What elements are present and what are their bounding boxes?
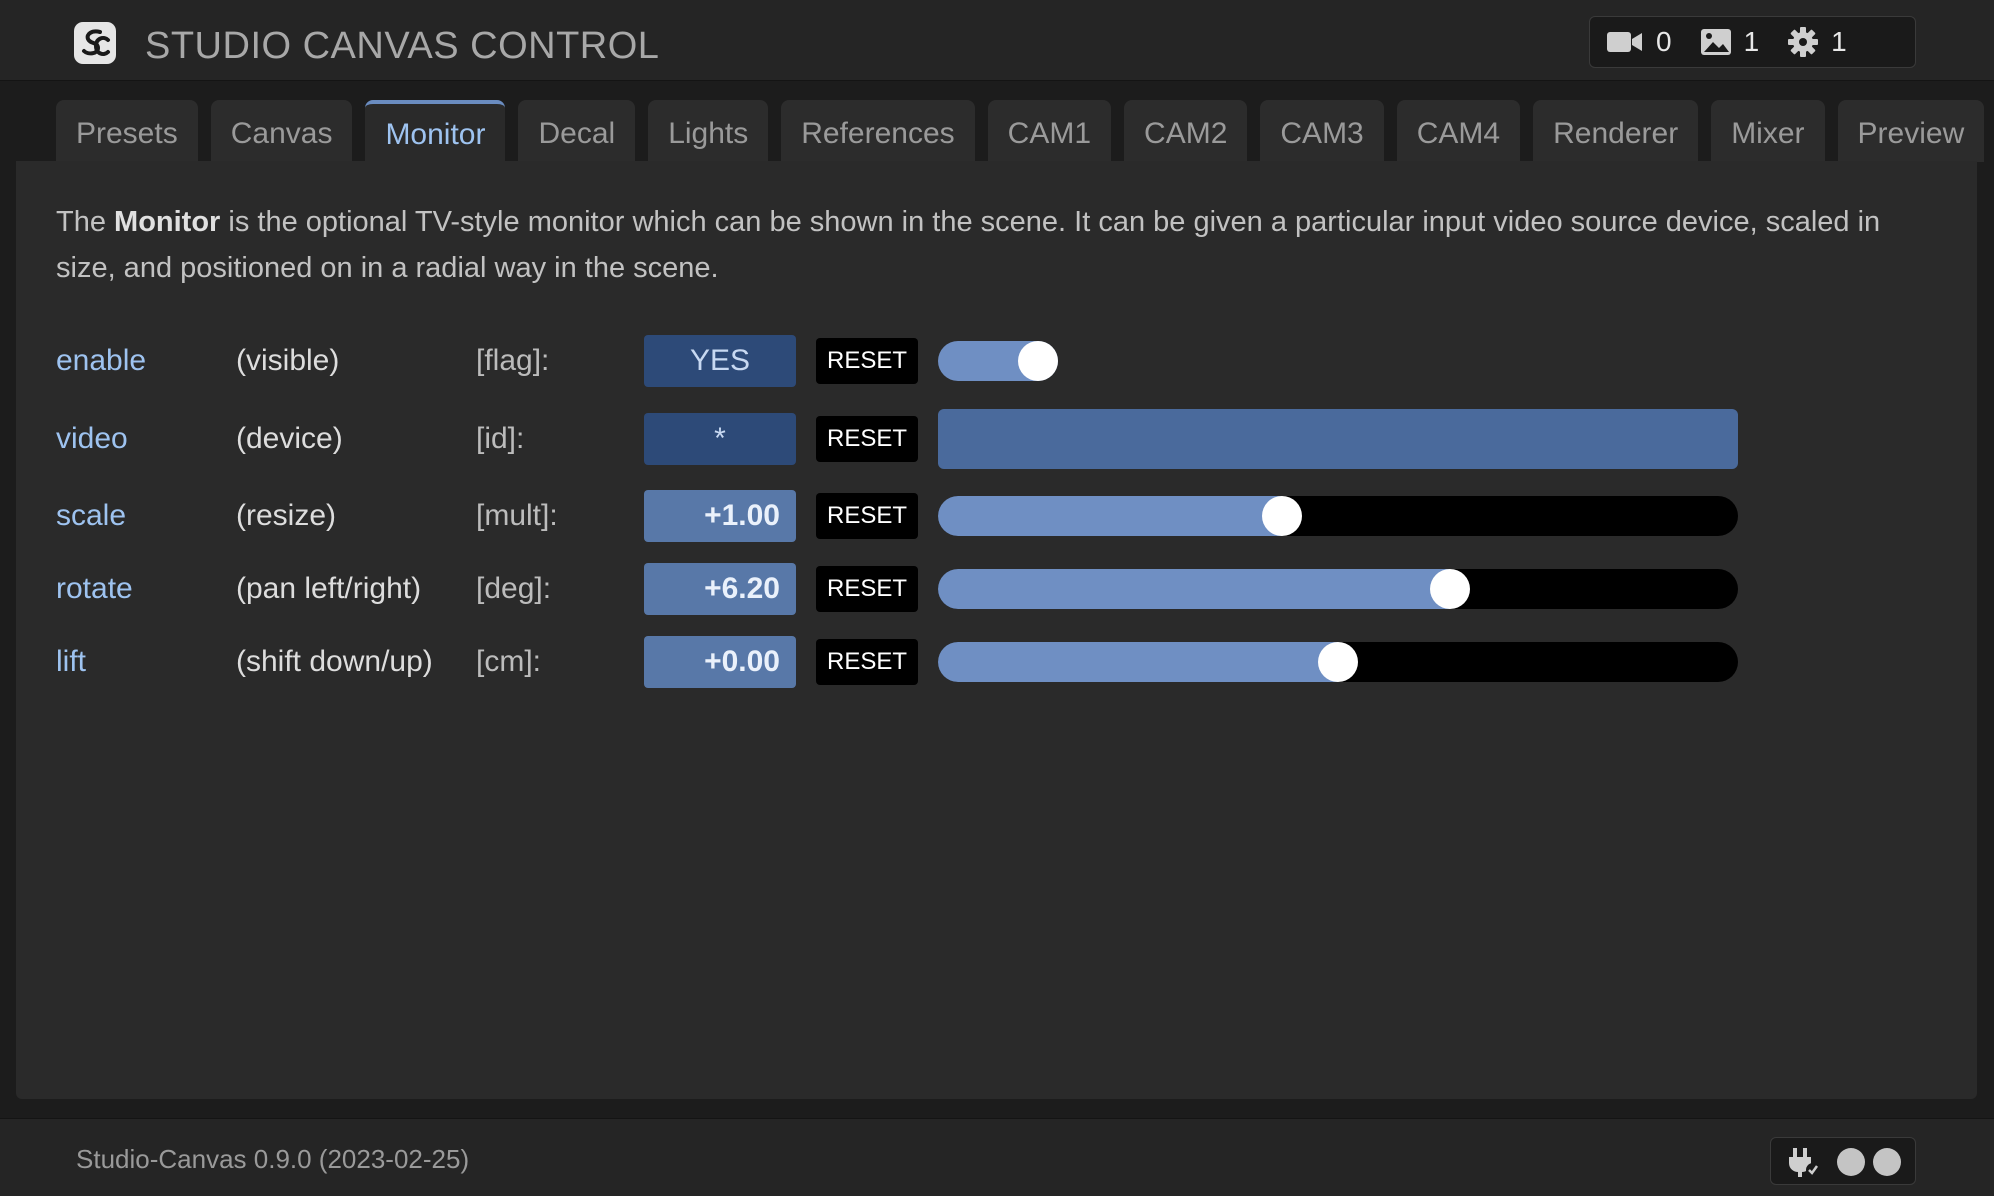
param-unit: [deg]: bbox=[476, 572, 552, 605]
rotate-value: +6.20 bbox=[644, 563, 796, 615]
app-header: STUDIO CANVAS CONTROL 0 1 1 bbox=[0, 0, 1994, 81]
tab-monitor[interactable]: Monitor bbox=[365, 100, 506, 162]
scale-reset-button[interactable]: RESET bbox=[816, 493, 918, 539]
description-suffix: is the optional TV-style monitor which c… bbox=[56, 206, 1881, 284]
tab-lights[interactable]: Lights bbox=[648, 100, 769, 162]
video-device-select[interactable] bbox=[938, 409, 1738, 469]
slider-handle[interactable] bbox=[1318, 642, 1358, 682]
status-dot bbox=[1873, 1148, 1901, 1176]
tab-mixer[interactable]: Mixer bbox=[1711, 100, 1825, 162]
param-row-scale: scale (resize) [mult]: +1.00 RESET bbox=[56, 488, 1956, 544]
tab-decal[interactable]: Decal bbox=[518, 100, 636, 162]
param-desc: (device) bbox=[236, 422, 343, 455]
stat-video-cameras: 0 bbox=[1606, 26, 1672, 58]
settings-count: 1 bbox=[1831, 26, 1847, 57]
connection-status bbox=[1770, 1137, 1916, 1185]
param-row-lift: lift (shift down/up) [cm]: +0.00 RESET bbox=[56, 634, 1956, 690]
toggle-knob[interactable] bbox=[1018, 341, 1058, 381]
slider-fill bbox=[938, 569, 1450, 609]
description-prefix: The bbox=[56, 206, 115, 238]
tab-canvas[interactable]: Canvas bbox=[210, 100, 353, 162]
image-icon bbox=[1700, 28, 1732, 56]
param-unit: [cm]: bbox=[476, 645, 541, 678]
slider-handle[interactable] bbox=[1262, 496, 1302, 536]
param-unit: [flag]: bbox=[476, 344, 550, 377]
panel-description: The Monitor is the optional TV-style mon… bbox=[56, 199, 1936, 291]
param-name: lift bbox=[56, 645, 86, 678]
param-row-video: video (device) [id]: * RESET bbox=[56, 409, 1956, 469]
image-count: 1 bbox=[1743, 26, 1760, 57]
scale-value: +1.00 bbox=[644, 490, 796, 542]
param-row-enable: enable (visible) [flag]: YES RESET bbox=[56, 333, 1956, 389]
status-dot bbox=[1837, 1148, 1865, 1176]
tab-cam1[interactable]: CAM1 bbox=[987, 100, 1112, 162]
scale-slider[interactable] bbox=[938, 496, 1738, 536]
tab-renderer[interactable]: Renderer bbox=[1533, 100, 1699, 162]
tab-bar: Presets Canvas Monitor Decal Lights Refe… bbox=[56, 100, 1994, 162]
rotate-reset-button[interactable]: RESET bbox=[816, 566, 918, 612]
lift-value: +0.00 bbox=[644, 636, 796, 688]
param-desc: (shift down/up) bbox=[236, 645, 433, 678]
plug-check-icon bbox=[1787, 1148, 1821, 1183]
description-bold: Monitor bbox=[114, 206, 221, 238]
tab-references[interactable]: References bbox=[781, 100, 975, 162]
app-title: STUDIO CANVAS CONTROL bbox=[145, 25, 660, 67]
param-name: scale bbox=[56, 499, 127, 532]
param-name: rotate bbox=[56, 572, 133, 605]
stat-images: 1 bbox=[1700, 26, 1760, 58]
tab-cam4[interactable]: CAM4 bbox=[1396, 100, 1521, 162]
enable-toggle[interactable] bbox=[938, 341, 1058, 381]
video-value: * bbox=[644, 413, 796, 465]
tab-presets[interactable]: Presets bbox=[56, 100, 198, 162]
lift-slider[interactable] bbox=[938, 642, 1738, 682]
param-name: enable bbox=[56, 344, 147, 377]
lift-reset-button[interactable]: RESET bbox=[816, 639, 918, 685]
video-camera-count: 0 bbox=[1656, 26, 1672, 57]
tab-cam2[interactable]: CAM2 bbox=[1124, 100, 1248, 162]
param-desc: (visible) bbox=[236, 344, 340, 377]
param-desc: (resize) bbox=[236, 499, 337, 532]
enable-value: YES bbox=[644, 335, 796, 387]
stat-settings: 1 bbox=[1787, 26, 1847, 58]
param-name: video bbox=[56, 422, 128, 455]
param-unit: [id]: bbox=[476, 422, 525, 455]
param-row-rotate: rotate (pan left/right) [deg]: +6.20 RES… bbox=[56, 561, 1956, 617]
tab-cam3[interactable]: CAM3 bbox=[1260, 100, 1384, 162]
param-desc: (pan left/right) bbox=[236, 572, 422, 605]
video-camera-icon bbox=[1606, 28, 1644, 56]
slider-handle[interactable] bbox=[1430, 569, 1470, 609]
gear-icon bbox=[1787, 26, 1819, 58]
enable-reset-button[interactable]: RESET bbox=[816, 338, 918, 384]
monitor-panel: The Monitor is the optional TV-style mon… bbox=[16, 161, 1977, 1099]
studio-canvas-logo-icon bbox=[74, 22, 116, 64]
param-unit: [mult]: bbox=[476, 499, 558, 532]
slider-fill bbox=[938, 496, 1282, 536]
app-footer: Studio-Canvas 0.9.0 (2023-02-25) bbox=[0, 1118, 1994, 1196]
stats-panel: 0 1 1 bbox=[1589, 16, 1916, 68]
slider-fill bbox=[938, 642, 1338, 682]
version-label: Studio-Canvas 0.9.0 (2023-02-25) bbox=[76, 1144, 470, 1174]
rotate-slider[interactable] bbox=[938, 569, 1738, 609]
video-reset-button[interactable]: RESET bbox=[816, 416, 918, 462]
tab-preview[interactable]: Preview bbox=[1837, 100, 1985, 162]
